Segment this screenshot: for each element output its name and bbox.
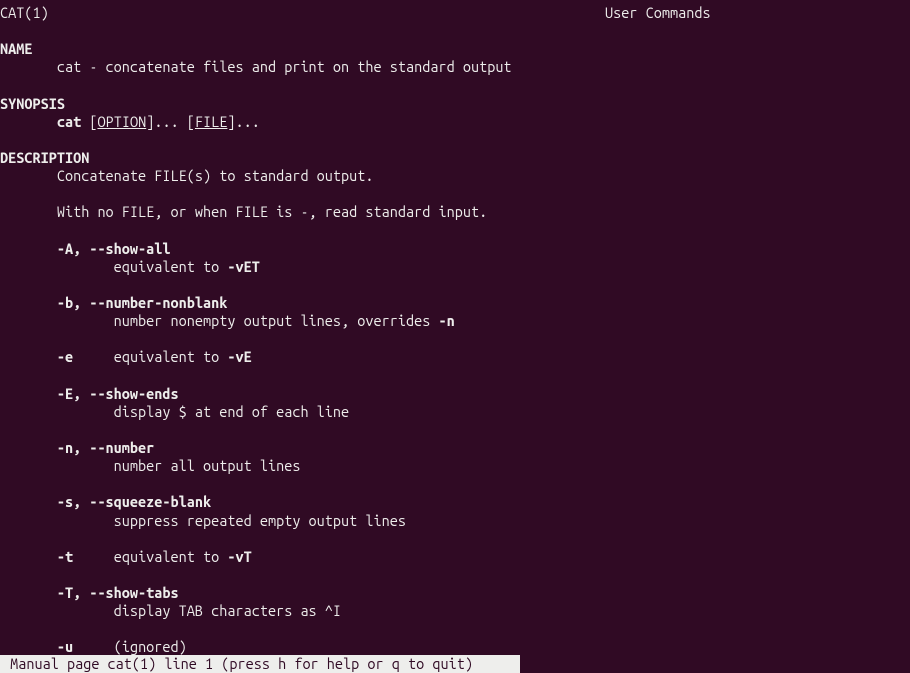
blank-line — [0, 276, 910, 294]
blank-line — [0, 77, 910, 95]
option-flag: -t — [0, 548, 73, 565]
blank-line — [0, 185, 910, 203]
manpage-header: CAT(1) User Commands — [0, 4, 910, 22]
option-desc-text: number nonempty output lines, overrides — [0, 312, 438, 329]
blank-line — [0, 475, 910, 493]
blank-line — [0, 566, 910, 584]
option-entry: -e equivalent to -vE — [0, 348, 910, 366]
blank-line — [0, 620, 910, 638]
synopsis-bracket: [ — [81, 113, 97, 130]
option-desc-text: display $ at end of each line — [0, 403, 349, 420]
header-title-right: User Commands — [605, 4, 711, 22]
option-desc: number all output lines — [0, 457, 910, 475]
synopsis-bracket: ]... [ — [146, 113, 195, 130]
section-heading-name: NAME — [0, 40, 910, 58]
option-desc-text: number all output lines — [0, 457, 300, 474]
option-desc: display TAB characters as ^I — [0, 602, 910, 620]
option-desc: equivalent to — [114, 348, 228, 365]
option-gap — [73, 638, 114, 655]
option-flag: -A, --show-all — [0, 240, 910, 258]
option-flag: -u — [0, 638, 73, 655]
option-gap — [73, 548, 114, 565]
option-desc-text: suppress repeated empty output lines — [0, 512, 406, 529]
option-flag: -E, --show-ends — [0, 385, 910, 403]
name-text: cat - concatenate files and print on the… — [0, 58, 910, 76]
blank-line — [0, 530, 910, 548]
option-flag: -s, --squeeze-blank — [0, 493, 910, 511]
synopsis-arg-option: OPTION — [97, 113, 146, 130]
option-flag: -e — [0, 348, 73, 365]
option-gap — [73, 348, 114, 365]
blank-line — [0, 367, 910, 385]
header-title-left: CAT(1) — [0, 4, 49, 22]
option-flag: -n, --number — [0, 439, 910, 457]
synopsis-arg-file: FILE — [195, 113, 227, 130]
section-heading-description: DESCRIPTION — [0, 149, 910, 167]
option-desc: (ignored) — [114, 638, 187, 655]
synopsis-indent — [0, 113, 57, 130]
option-flag: -b, --number-nonblank — [0, 294, 910, 312]
option-flag: -T, --show-tabs — [0, 584, 910, 602]
synopsis-line: cat [OPTION]... [FILE]... — [0, 113, 910, 131]
blank-line — [0, 22, 910, 40]
description-intro: With no FILE, or when FILE is -, read st… — [0, 203, 910, 221]
blank-line — [0, 222, 910, 240]
synopsis-cmd: cat — [57, 113, 81, 130]
blank-line — [0, 421, 910, 439]
blank-line — [0, 131, 910, 149]
option-desc-bold: -n — [438, 312, 454, 329]
option-desc-text: display TAB characters as ^I — [0, 602, 341, 619]
option-desc: suppress repeated empty output lines — [0, 512, 910, 530]
option-desc-bold: -vT — [227, 548, 251, 565]
pager-statusbar[interactable]: Manual page cat(1) line 1 (press h for h… — [0, 655, 520, 673]
option-desc: display $ at end of each line — [0, 403, 910, 421]
option-entry: -u (ignored) — [0, 638, 910, 656]
section-heading-synopsis: SYNOPSIS — [0, 95, 910, 113]
option-desc: equivalent to -vET — [0, 258, 910, 276]
option-desc-bold: -vET — [227, 258, 259, 275]
option-entry: -t equivalent to -vT — [0, 548, 910, 566]
synopsis-bracket: ]... — [227, 113, 259, 130]
blank-line — [0, 330, 910, 348]
option-desc: number nonempty output lines, overrides … — [0, 312, 910, 330]
options-list: -A, --show-all equivalent to -vET -b, --… — [0, 240, 910, 657]
option-desc-text: equivalent to — [0, 258, 227, 275]
description-intro: Concatenate FILE(s) to standard output. — [0, 167, 910, 185]
option-desc-bold: -vE — [227, 348, 251, 365]
option-desc: equivalent to — [114, 548, 228, 565]
